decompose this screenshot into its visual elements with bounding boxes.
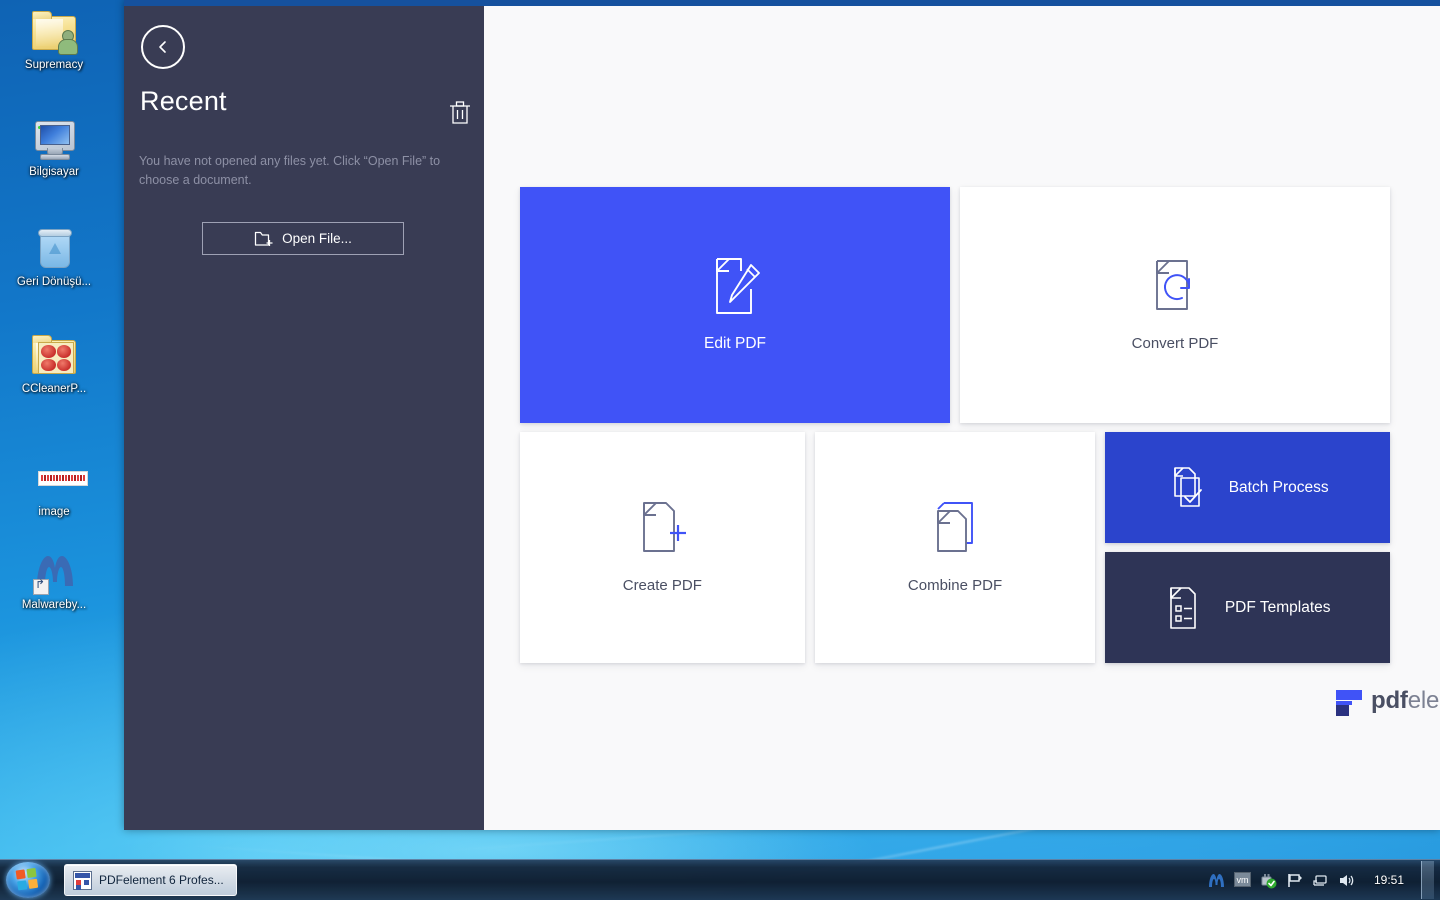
- taskbar-button-pdfelement[interactable]: PDFelement 6 Profes...: [64, 864, 237, 896]
- card-edit-pdf[interactable]: Edit PDF: [520, 187, 950, 423]
- show-desktop-button[interactable]: [1421, 861, 1434, 899]
- open-file-label: Open File...: [282, 231, 352, 246]
- action-center-flag-icon[interactable]: [1286, 872, 1303, 889]
- secondary-action-stack: Batch Process PDF Templates: [1105, 432, 1391, 663]
- folder-user-icon: [30, 8, 78, 56]
- desktop-icon-ccleaner[interactable]: CCleanerP...: [4, 332, 104, 396]
- recent-sidebar: Recent You have not opened any files yet…: [124, 6, 484, 830]
- clear-recent-button[interactable]: [448, 100, 472, 126]
- pdfelement-icon: [73, 870, 92, 890]
- image-thumbnail-icon: [30, 455, 88, 503]
- card-convert-pdf[interactable]: Convert PDF: [960, 187, 1390, 423]
- pdfelement-logo: pdfelement pro: [1336, 688, 1440, 716]
- folder-plus-icon: [254, 230, 273, 247]
- card-label: Create PDF: [622, 577, 702, 594]
- pdfelement-logo-mark: [1336, 688, 1362, 716]
- empty-state-message: You have not opened any files yet. Click…: [139, 154, 441, 187]
- start-button[interactable]: [6, 862, 50, 898]
- malwarebytes-tray-icon[interactable]: [1208, 872, 1225, 889]
- back-button[interactable]: [141, 25, 185, 69]
- trash-icon: [448, 100, 472, 126]
- document-list-icon: [1165, 586, 1203, 630]
- desktop-icon-label: Bilgisayar: [29, 166, 79, 178]
- card-row-top: Edit PDF Convert PDF: [520, 187, 1390, 423]
- desktop-icon-supremacy[interactable]: Supremacy: [4, 8, 104, 72]
- network-icon[interactable]: [1312, 872, 1329, 889]
- card-label: Edit PDF: [703, 335, 766, 352]
- documents-check-icon: [1167, 466, 1207, 510]
- document-refresh-icon: [1149, 259, 1201, 315]
- pdfelement-window: Recent You have not opened any files yet…: [124, 0, 1440, 830]
- system-tray: vm 19:51: [1208, 860, 1440, 900]
- taskbar-clock[interactable]: 19:51: [1374, 873, 1404, 887]
- desktop-icon-recycle-bin[interactable]: Geri Dönüşü...: [4, 225, 104, 289]
- desktop-icon-bilgisayar[interactable]: Bilgisayar: [4, 115, 104, 179]
- shortcut-arrow-icon: [33, 579, 49, 595]
- action-card-grid: Edit PDF Convert PDF Create PDF Combine …: [520, 187, 1391, 663]
- documents-stack-icon: [928, 501, 982, 557]
- taskbar-button-label: PDFelement 6 Profes...: [99, 873, 224, 887]
- card-combine-pdf[interactable]: Combine PDF: [814, 432, 1096, 663]
- malwarebytes-icon: [30, 548, 78, 596]
- taskbar: PDFelement 6 Profes... vm 19:51: [0, 859, 1440, 900]
- volume-icon[interactable]: [1338, 872, 1355, 889]
- svg-text:vm: vm: [1236, 875, 1248, 885]
- button-batch-process[interactable]: Batch Process: [1105, 432, 1391, 543]
- windows-logo-icon: [15, 867, 41, 893]
- button-pdf-templates[interactable]: PDF Templates: [1105, 552, 1391, 663]
- card-create-pdf[interactable]: Create PDF: [520, 432, 805, 663]
- document-plus-icon: [636, 501, 688, 557]
- desktop-icon-label: Malwareby...: [21, 599, 87, 611]
- desktop-icon-malwarebytes[interactable]: Malwareby...: [4, 548, 104, 612]
- home-main-area: Edit PDF Convert PDF Create PDF Combine …: [484, 6, 1440, 830]
- desktop-icon-label: Geri Dönüşü...: [16, 276, 92, 288]
- desktop-icon-label: Supremacy: [24, 59, 84, 71]
- pdfelement-logo-text: pdfelement: [1371, 688, 1440, 714]
- card-label: Convert PDF: [1131, 334, 1219, 352]
- screen: Supremacy Bilgisayar Geri Dönüşü... CCle…: [0, 0, 1440, 900]
- desktop-icon-label: image: [38, 506, 70, 518]
- card-label: Combine PDF: [907, 577, 1003, 594]
- vmware-tray-icon[interactable]: vm: [1233, 871, 1251, 889]
- page-title: Recent: [140, 86, 227, 116]
- card-row-bottom: Create PDF Combine PDF Batch Process PDF…: [520, 432, 1391, 663]
- desktop-icon-label: CCleanerP...: [21, 383, 87, 395]
- button-label: PDF Templates: [1224, 598, 1331, 616]
- recycle-bin-icon: [30, 225, 78, 273]
- open-file-button[interactable]: Open File...: [202, 222, 404, 255]
- folder-ccleaner-icon: [30, 332, 78, 380]
- computer-icon: [30, 115, 78, 163]
- desktop-icon-grid: Supremacy Bilgisayar Geri Dönüşü... CCle…: [0, 0, 124, 830]
- safely-remove-hardware-icon[interactable]: [1260, 872, 1277, 889]
- logo-name-light: element: [1407, 687, 1440, 714]
- chevron-left-icon: [155, 39, 171, 55]
- document-pencil-icon: [707, 257, 763, 315]
- desktop-icon-image[interactable]: image: [4, 455, 104, 519]
- button-label: Batch Process: [1228, 478, 1329, 496]
- logo-name-bold: pdf: [1371, 687, 1408, 714]
